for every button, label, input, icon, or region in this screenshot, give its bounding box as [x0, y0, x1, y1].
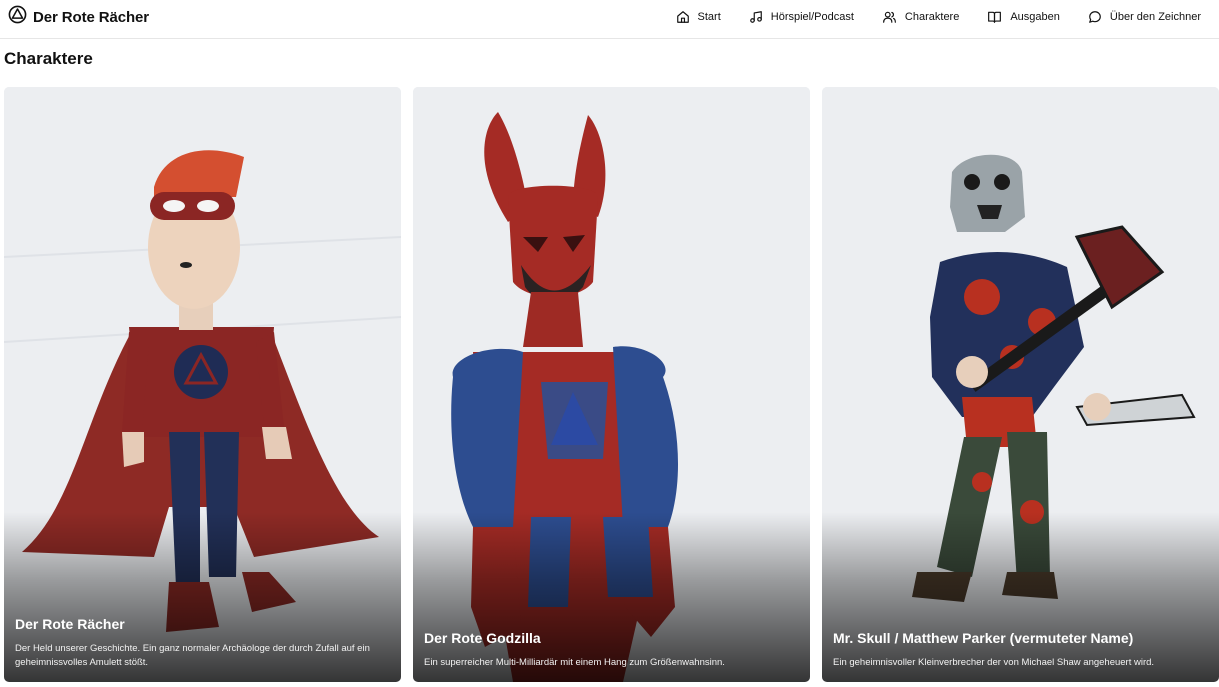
character-description: Ein superreicher Multi-Milliardär mit ei…: [424, 657, 725, 668]
nav-item-start[interactable]: Start: [676, 10, 721, 24]
nav-item-podcast[interactable]: Hörspiel/Podcast: [749, 10, 854, 24]
nav-label: Ausgaben: [1010, 11, 1060, 23]
book-icon: [987, 10, 1002, 24]
nav-label: Über den Zeichner: [1109, 11, 1201, 23]
music-note-icon: [749, 10, 763, 24]
character-card-mr-skull[interactable]: Mr. Skull / Matthew Parker (vermuteter N…: [822, 87, 1219, 682]
users-icon: [882, 10, 897, 24]
character-grid: Der Rote Rächer Der Held unserer Geschic…: [4, 87, 1219, 682]
nav-item-ausgaben[interactable]: Ausgaben: [987, 10, 1060, 24]
amulet-logo-icon: [8, 5, 27, 29]
home-icon: [676, 10, 690, 24]
main-nav: Start Hörspiel/Podcast Charaktere Ausgab…: [676, 8, 1201, 26]
character-description: Ein geheimnisvoller Kleinverbrecher der …: [833, 657, 1155, 668]
character-name: Der Rote Rächer: [15, 616, 125, 632]
nav-label: Charaktere: [904, 11, 960, 23]
chat-bubble-icon: [1088, 10, 1102, 24]
character-description: Der Held unserer Geschichte. Ein ganz no…: [15, 643, 370, 668]
nav-item-zeichner[interactable]: Über den Zeichner: [1088, 10, 1201, 24]
character-name: Der Rote Godzilla: [424, 630, 541, 646]
nav-label: Start: [697, 11, 721, 23]
character-card-rote-raecher[interactable]: Der Rote Rächer Der Held unserer Geschic…: [4, 87, 401, 682]
card-caption: Der Rote Godzilla Ein superreicher Multi…: [424, 630, 798, 670]
card-caption: Der Rote Rächer Der Held unserer Geschic…: [15, 616, 389, 670]
character-card-rote-godzilla[interactable]: Der Rote Godzilla Ein superreicher Multi…: [413, 87, 810, 682]
brand-title: Der Rote Rächer: [33, 8, 150, 26]
character-name: Mr. Skull / Matthew Parker (vermuteter N…: [833, 630, 1134, 646]
nav-item-charaktere[interactable]: Charaktere: [882, 10, 959, 24]
page-title: Charaktere: [4, 49, 93, 68]
nav-label: Hörspiel/Podcast: [770, 11, 854, 23]
site-header: Der Rote Rächer Start Hörspiel/Podcast C…: [0, 0, 1219, 39]
brand-link[interactable]: Der Rote Rächer: [8, 5, 150, 29]
card-caption: Mr. Skull / Matthew Parker (vermuteter N…: [833, 630, 1207, 670]
